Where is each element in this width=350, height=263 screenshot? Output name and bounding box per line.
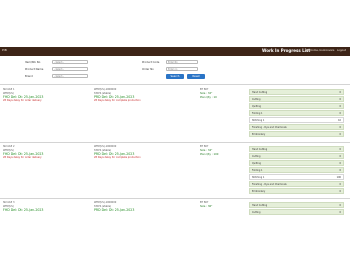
production-date: PRD Del: Dt: 25-Jan-2023: [94, 207, 135, 212]
step-value: 0: [339, 211, 341, 214]
order-left-info: Stmnt# 1 WHP(US) FHD Del: Dt: 25-Jan-202…: [3, 88, 43, 103]
step-value: 0: [339, 126, 341, 129]
top-header-bar: PIB Work In Progress List Welcome, bookc…: [0, 47, 350, 56]
step-label: Cutting: [252, 211, 261, 214]
plan-qty: Plan Qty : 100: [200, 152, 219, 156]
step-value: 0: [339, 105, 341, 108]
order-right-info: BT 807 Size : 36": [200, 201, 212, 209]
product-code-input[interactable]: Enter No: [166, 60, 198, 64]
step-embroidery[interactable]: Embroidery 0: [249, 131, 344, 137]
step-label: Hand Cutting: [252, 204, 268, 207]
step-label: Stitching 1: [252, 119, 265, 122]
app-label: PIB: [2, 48, 7, 52]
step-label: Embroidery: [252, 190, 266, 193]
order-left-info: Stmnt# 2 WHP(US) FHD Del: Dt: 25-Jan-202…: [3, 145, 43, 160]
step-folding[interactable]: Folding 1 0: [249, 167, 344, 173]
step-value: 0: [339, 98, 341, 101]
delivery-date: FHD Del: Dt: 25-Jan-2023: [3, 207, 44, 212]
process-steps-list: Hand Cutting 0 Cutting 0 Quilting 0 Folding…: [249, 89, 344, 138]
step-label: Hand Cutting: [252, 91, 268, 94]
step-label: Finishing - Dye and Chemicals: [252, 183, 287, 186]
step-cutting[interactable]: Cutting 0: [249, 153, 344, 159]
step-label: Folding 1: [252, 169, 263, 172]
step-value: 0: [339, 204, 341, 207]
order-left-info: Stmnt# 3 WHP(US) FHD Del: Dt: 25-Jan-202…: [3, 201, 43, 212]
step-value: 0: [339, 148, 341, 151]
brand-label: Brand: [25, 75, 33, 78]
order-mid-info: WHP(US)-1000000 STATS (stable) PRD Del: …: [94, 145, 141, 160]
order-mid-info: WHP(US)-1000000 STATS (stable) PRD Del: …: [94, 88, 141, 103]
step-stitching[interactable]: Stitching 1 100: [249, 174, 344, 180]
step-stitching[interactable]: Stitching 1 10: [249, 117, 344, 123]
step-finishing[interactable]: Finishing - Dye and Chemicals 0: [249, 181, 344, 187]
logout-link[interactable]: Logout: [337, 49, 346, 52]
step-value: 0: [339, 169, 341, 172]
step-label: Embroidery: [252, 133, 266, 136]
page-title: Work In Progress List: [262, 48, 311, 53]
order-right-info: BT 807 Size : 32" Plan Qty : 10: [200, 88, 217, 99]
step-label: Finishing - Dye and Chemicals: [252, 126, 287, 129]
order-right-info: BT 807 Size : 34" Plan Qty : 100: [200, 145, 218, 156]
step-value: 0: [339, 155, 341, 158]
brand-select[interactable]: --Select--: [52, 74, 88, 78]
step-value: 0: [339, 91, 341, 94]
step-hand-cutting[interactable]: Hand Cutting 0: [249, 202, 344, 208]
process-steps-list: Hand Cutting 0 Cutting 0: [249, 202, 344, 216]
delay-note: 28 Days delay for order delivery: [3, 156, 42, 160]
delay-note: 28 Days delay for order delivery: [3, 99, 42, 103]
step-finishing[interactable]: Finishing - Dye and Chemicals 0: [249, 124, 344, 130]
step-value: 0: [339, 183, 341, 186]
search-button[interactable]: Search: [166, 74, 184, 79]
step-hand-cutting[interactable]: Hand Cutting 0: [249, 146, 344, 152]
divider: [0, 198, 350, 199]
step-label: Stitching 1: [252, 176, 265, 179]
order-no-input[interactable]: Enter no: [166, 67, 198, 71]
welcome-user-link[interactable]: Welcome, bookcovers: [306, 49, 334, 52]
filter-panel: Item/Stk No --Select-- Product Name --Se…: [0, 56, 350, 83]
step-label: Quilting: [252, 162, 261, 165]
product-code-label: Product Code: [142, 61, 160, 64]
step-folding[interactable]: Folding 1 0: [249, 110, 344, 116]
step-label: Hand Cutting: [252, 148, 268, 151]
step-value: 10: [338, 119, 341, 122]
step-quilting[interactable]: Quilting 0: [249, 160, 344, 166]
step-label: Cutting: [252, 155, 261, 158]
plan-qty: Plan Qty : 10: [200, 95, 217, 99]
step-value: 0: [339, 162, 341, 165]
size: Size : 36": [200, 204, 213, 208]
step-value: 0: [339, 190, 341, 193]
product-name-select[interactable]: --Select--: [52, 67, 88, 71]
item-no-label: Item/Stk No: [25, 61, 41, 64]
step-value: 0: [339, 112, 341, 115]
step-cutting[interactable]: Cutting 0: [249, 209, 344, 215]
step-label: Folding 1: [252, 112, 263, 115]
order-no-label: Order No: [142, 68, 154, 71]
divider: [0, 84, 350, 85]
step-label: Quilting: [252, 105, 261, 108]
production-delay-note: 28 Days delay for complete production: [94, 156, 141, 160]
step-embroidery[interactable]: Embroidery 0: [249, 188, 344, 194]
step-hand-cutting[interactable]: Hand Cutting 0: [249, 89, 344, 95]
step-label: Cutting: [252, 98, 261, 101]
item-no-select[interactable]: --Select--: [52, 60, 88, 64]
order-mid-info: WHP(US)-1000000 STATS (stable) PRD Del: …: [94, 201, 134, 212]
reset-button[interactable]: Reset: [187, 74, 205, 79]
step-quilting[interactable]: Quilting 0: [249, 103, 344, 109]
product-name-label: Product Name: [25, 68, 44, 71]
step-value: 0: [339, 133, 341, 136]
process-steps-list: Hand Cutting 0 Cutting 0 Quilting 0 Folding…: [249, 146, 344, 195]
step-value: 100: [336, 176, 341, 179]
divider: [0, 142, 350, 143]
production-delay-note: 28 Days delay for complete production: [94, 99, 141, 103]
step-cutting[interactable]: Cutting 0: [249, 96, 344, 102]
